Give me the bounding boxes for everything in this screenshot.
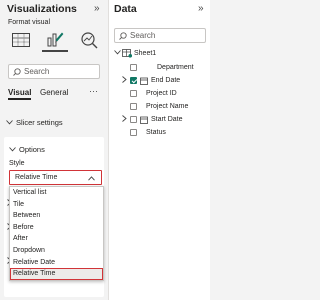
style-dropdown-value: Relative Time [15, 174, 58, 181]
field-checkbox[interactable] [130, 103, 137, 110]
options-label: Options [19, 145, 45, 154]
data-search-box[interactable] [114, 28, 206, 43]
visualizations-search-input[interactable] [24, 67, 94, 76]
field-label: Project ID [146, 90, 177, 97]
table-name: Sheet1 [134, 50, 157, 57]
visualizations-search-box[interactable] [8, 64, 100, 79]
dropdown-option-vertical-list[interactable]: Vertical list [10, 187, 103, 199]
field-label: Department [157, 64, 194, 71]
analytics-magnifier-icon [81, 32, 98, 49]
field-row-start-date[interactable]: Start Date [122, 114, 183, 125]
dropdown-option-between[interactable]: Between [10, 210, 103, 222]
format-visual-label: Format visual [8, 19, 51, 26]
chevron-right-icon[interactable] [122, 76, 130, 85]
slicer-settings-header[interactable]: Slicer settings [6, 118, 63, 127]
format-visual-button[interactable] [42, 28, 68, 52]
field-label: Start Date [151, 116, 183, 123]
field-row-end-date[interactable]: End Date [122, 75, 180, 86]
paintbrush-chart-icon [47, 32, 64, 47]
field-row-project-name[interactable]: Project Name [122, 101, 188, 112]
field-checkbox[interactable] [130, 129, 137, 136]
chevron-up-icon [88, 174, 95, 183]
dropdown-option-before[interactable]: Before [10, 222, 103, 234]
slicer-settings-label: Slicer settings [16, 118, 63, 127]
tab-visual[interactable]: Visual [8, 88, 32, 100]
dropdown-option-after[interactable]: After [10, 233, 103, 245]
chevron-right-icon[interactable] [122, 115, 130, 124]
dropdown-option-relative-date[interactable]: Relative Date [10, 257, 103, 269]
collapse-visualizations-button[interactable]: » [94, 3, 100, 14]
visual-build-icons [8, 28, 104, 54]
field-label: Status [146, 129, 166, 136]
style-label: Style [9, 160, 25, 167]
table-grid-icon [12, 33, 30, 47]
field-checkbox[interactable] [130, 64, 137, 71]
field-label: Project Name [146, 103, 189, 110]
field-checkbox[interactable] [130, 116, 137, 123]
table-node-sheet1[interactable]: Sheet1 [114, 48, 156, 59]
field-row-status[interactable]: Status [122, 127, 166, 138]
build-visual-button[interactable] [8, 28, 34, 52]
dropdown-option-tile[interactable]: Tile [10, 199, 103, 211]
options-header[interactable]: Options [9, 145, 45, 154]
field-row-department[interactable]: Department [122, 62, 194, 73]
analytics-button[interactable] [76, 28, 102, 52]
field-checkbox[interactable] [130, 90, 137, 97]
chevron-down-icon [6, 118, 14, 127]
chevron-down-icon [9, 145, 17, 154]
style-dropdown[interactable]: Relative Time [9, 170, 102, 185]
search-icon [119, 31, 127, 40]
calendar-icon [140, 116, 148, 124]
data-title: Data [114, 3, 137, 15]
search-icon [13, 67, 21, 76]
table-icon [122, 49, 132, 58]
format-tabs: Visual General ··· [8, 86, 104, 102]
tab-general[interactable]: General [40, 88, 68, 97]
dropdown-option-dropdown[interactable]: Dropdown [10, 245, 103, 257]
field-row-project-id[interactable]: Project ID [122, 88, 177, 99]
style-dropdown-list: Vertical list Tile Between Before After … [9, 186, 104, 281]
field-label: End Date [151, 77, 181, 84]
collapse-data-button[interactable]: » [198, 3, 204, 14]
dropdown-option-relative-time[interactable]: Relative Time [10, 268, 103, 280]
data-search-input[interactable] [130, 31, 200, 40]
visualizations-title: Visualizations [7, 3, 77, 15]
more-options-icon[interactable]: ··· [89, 86, 98, 96]
chevron-down-icon [114, 50, 122, 57]
data-pane [109, 0, 210, 300]
calendar-icon [140, 77, 148, 85]
field-checkbox-checked[interactable] [130, 77, 137, 84]
